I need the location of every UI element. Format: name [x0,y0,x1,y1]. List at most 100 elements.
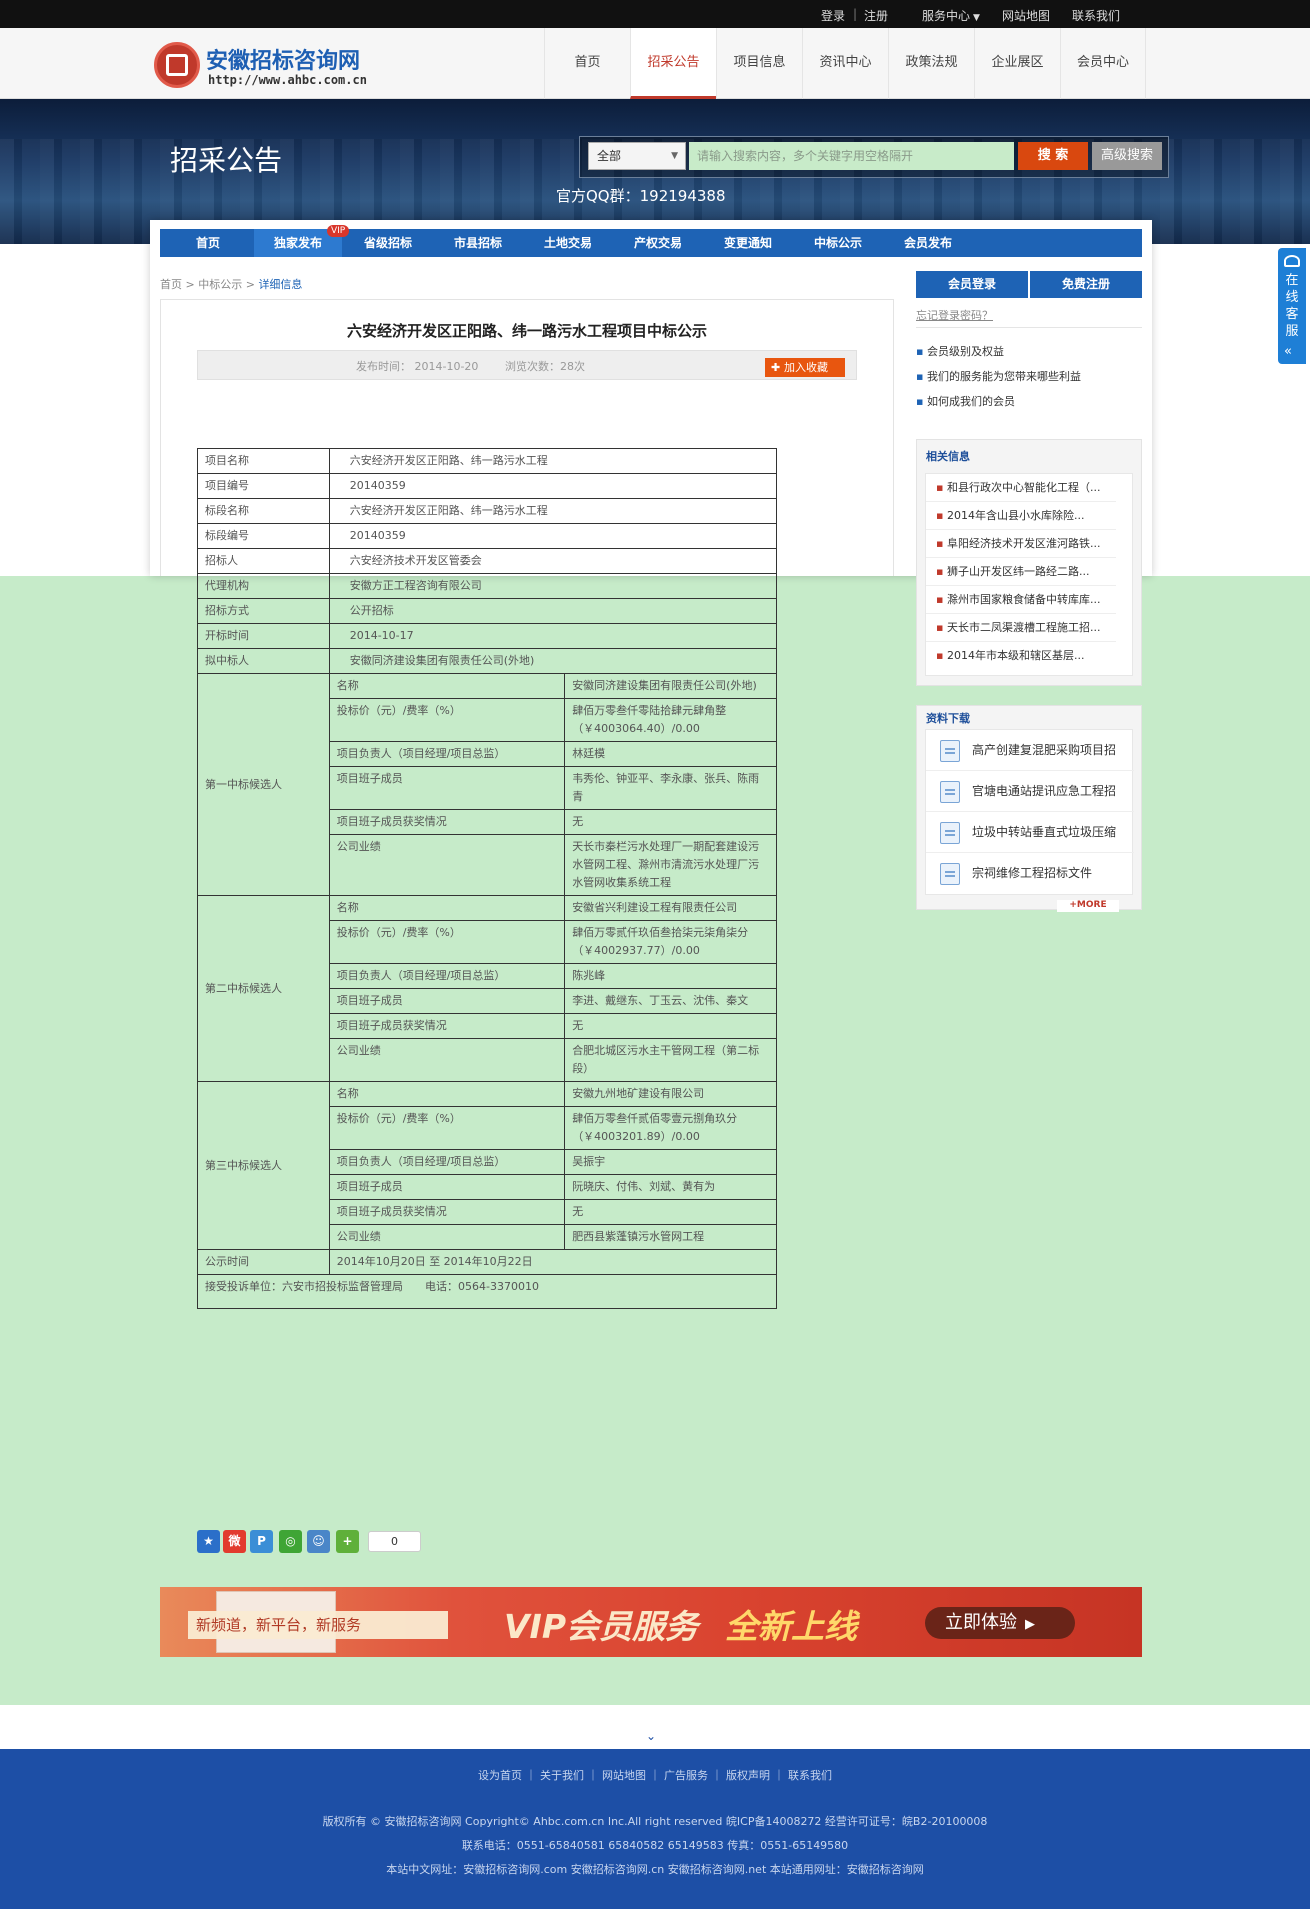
candidate-field-label: 公司业绩 [328,1038,566,1082]
download-item[interactable]: 官塘电通站提讯应急工程招 [926,771,1134,812]
weibo-share-icon[interactable]: 微 [223,1530,246,1553]
candidate-label: 第一中标候选人 [197,673,330,896]
candidate-field-label: 项目班子成员获奖情况 [328,809,566,835]
more-share-icon[interactable]: + [336,1530,359,1553]
favorite-share-icon[interactable]: ★ [197,1530,220,1553]
side-link-3[interactable]: ▪ 如何成我们的会员 [916,393,1015,409]
footer-sep: ｜ [522,1769,540,1782]
candidate-field-value: 无 [564,809,777,835]
side-link-label: 会员级别及权益 [926,345,1004,358]
tencent-share-icon[interactable]: ☺ [307,1530,330,1553]
candidate-field-label: 公司业绩 [328,1224,566,1250]
nav-member-center[interactable]: 会员中心 [1060,28,1146,99]
subnav-city-county[interactable]: 市县招标 [434,229,522,257]
vip-promo-banner[interactable]: 新频道，新平台，新服务 VIP会员服务 全新上线 立即体验 ▶ [160,1587,1142,1657]
qzone-share-icon[interactable]: P [250,1530,273,1553]
related-item[interactable]: ▪ 滁州市国家粮食储备中转库库... [926,586,1116,614]
related-item[interactable]: ▪ 和县行政次中心智能化工程（... [926,474,1116,502]
award-info-table: 项目名称 六安经济开发区正阳路、纬一路污水工程 项目编号 20140359 标段名称 六安… [197,448,778,1309]
member-login-button[interactable]: 会员登录 [916,271,1028,298]
field-value: 六安经济开发区正阳路、纬一路污水工程 [328,498,778,524]
contact-link[interactable]: 联系我们 [1072,7,1120,24]
download-item[interactable]: 高产创建复混肥采购项目招 [926,730,1134,771]
table-row: 项目名称 六安经济开发区正阳路、纬一路污水工程 [197,448,778,474]
forgot-password-link[interactable]: 忘记登录密码？ [916,307,993,323]
nav-project-info[interactable]: 项目信息 [716,28,802,99]
download-item[interactable]: 宗祠维修工程招标文件 [926,853,1134,894]
field-value: 安徽方正工程咨询有限公司 [328,573,778,599]
candidate-field-label: 项目负责人（项目经理/项目总监） [328,741,566,767]
try-now-button[interactable]: 立即体验 ▶ [925,1607,1075,1639]
related-item[interactable]: ▪ 天长市二凤渠渡槽工程施工招... [926,614,1116,642]
candidate-field-label: 名称 [328,1081,566,1107]
sitemap-link[interactable]: 网站地图 [1002,7,1050,24]
login-link[interactable]: 登录 [821,7,845,24]
subnav-award-notice[interactable]: 中标公示 [794,229,882,257]
breadcrumb-category[interactable]: 中标公示 [198,278,242,291]
download-list: 高产创建复混肥采购项目招 官塘电通站提讯应急工程招 垃圾中转站垂直式垃圾压缩 宗… [925,729,1134,895]
subnav-member-publish[interactable]: 会员发布 [884,229,972,257]
logo-url: http://www.ahbc.com.cn [208,73,367,87]
search-input[interactable]: 请输入搜索内容，多个关键字用空格隔开 [689,142,1014,170]
breadcrumb-home[interactable]: 首页 [160,278,182,291]
footer-link-contact[interactable]: 联系我们 [788,1769,832,1782]
more-downloads-link[interactable]: +MORE [1057,900,1119,912]
service-center-menu[interactable]: 服务中心 ▼ [922,7,980,24]
publish-time: 发布时间： 2014-10-20 [356,360,479,373]
candidate-field-value: 吴振宇 [564,1149,777,1175]
footer-link-ads[interactable]: 广告服务 [664,1769,708,1782]
footer-link-home[interactable]: 设为首页 [478,1769,522,1782]
field-label: 开标时间 [197,623,330,649]
candidate-field-value: 肥西县紫蓬镇污水管网工程 [564,1224,777,1250]
download-item[interactable]: 垃圾中转站垂直式垃圾压缩 [926,812,1134,853]
document-icon [940,781,960,803]
logo-title[interactable]: 安徽招标咨询网 [206,43,360,75]
top-bar: 登录 | 注册 服务中心 ▼ 网站地图 联系我们 [0,0,1310,28]
article-title: 六安经济开发区正阳路、纬一路污水工程项目中标公示 [346,322,707,340]
side-link-1[interactable]: ▪ 会员级别及权益 [916,343,1004,359]
category-select-value: 全部 [597,149,622,163]
related-item[interactable]: ▪ 2014年市本级和辖区基层... [926,642,1116,670]
related-item[interactable]: ▪ 阜阳经济技术开发区淮河路铁... [926,530,1116,558]
related-item[interactable]: ▪ 狮子山开发区纬一路经二路... [926,558,1116,586]
bullet-icon: ▪ [916,345,927,358]
candidate-field-label: 项目班子成员获奖情况 [328,1199,566,1225]
related-item[interactable]: ▪ 2014年含山县小水库除险... [926,502,1116,530]
online-service-label: 在线客服 [1285,273,1299,339]
free-register-button[interactable]: 免费注册 [1030,271,1142,298]
advanced-search-button[interactable]: 高级搜索 [1092,142,1162,170]
nav-policy[interactable]: 政策法规 [888,28,974,99]
footer-link-copyright[interactable]: 版权声明 [726,1769,770,1782]
nav-bidding-notice[interactable]: 招采公告 [630,28,716,99]
side-link-2[interactable]: ▪ 我们的服务能为您带来哪些利益 [916,368,1081,384]
nav-enterprise[interactable]: 企业展区 [974,28,1060,99]
top-separator: | [853,7,858,21]
footer-sep: ｜ [708,1769,726,1782]
subnav-home[interactable]: 首页 [164,229,252,257]
field-value: 2014-10-17 [328,623,778,649]
subnav-property[interactable]: 产权交易 [614,229,702,257]
add-favorite-button[interactable]: ✚ 加入收藏 [765,358,845,377]
candidate-field-label: 投标价（元）/费率（%） [328,920,566,964]
footer-contact: 联系电话：0551-65840581 65840582 65149583 传真：… [461,1839,849,1852]
candidate-field-value: 肆佰万零叁仟零陆拾肆元肆角整（￥4003064.40）/0.00 [564,698,777,742]
category-select[interactable]: 全部 ▼ [588,142,686,170]
footer-link-about[interactable]: 关于我们 [540,1769,584,1782]
footer-link-sitemap[interactable]: 网站地图 [602,1769,646,1782]
subnav-provincial[interactable]: 省级招标 [344,229,432,257]
field-value: 20140359 [328,473,778,499]
search-button[interactable]: 搜 索 [1018,142,1088,170]
nav-home[interactable]: 首页 [544,28,630,99]
nav-news[interactable]: 资讯中心 [802,28,888,99]
online-service-tab[interactable]: 在线客服 « [1278,248,1306,364]
play-icon: ▶ [1025,1617,1035,1632]
subnav-change-notice[interactable]: 变更通知 [704,229,792,257]
footer-copyright: 版权所有 © 安徽招标咨询网 Copyright© Ahbc.com.cn In… [322,1815,988,1828]
subnav-land[interactable]: 土地交易 [524,229,612,257]
table-row: 公示时间 2014年10月20日 至 2014年10月22日 [197,1249,778,1275]
chevron-down-icon: ▼ [973,13,980,23]
wechat-share-icon[interactable]: ◎ [279,1530,302,1553]
candidate-field-value: 天长市秦栏污水处理厂一期配套建设污水管网工程、滁州市清流污水处理厂污水管网收集系… [564,834,777,896]
logo-seal-icon[interactable] [154,42,200,88]
register-link[interactable]: 注册 [864,7,888,24]
